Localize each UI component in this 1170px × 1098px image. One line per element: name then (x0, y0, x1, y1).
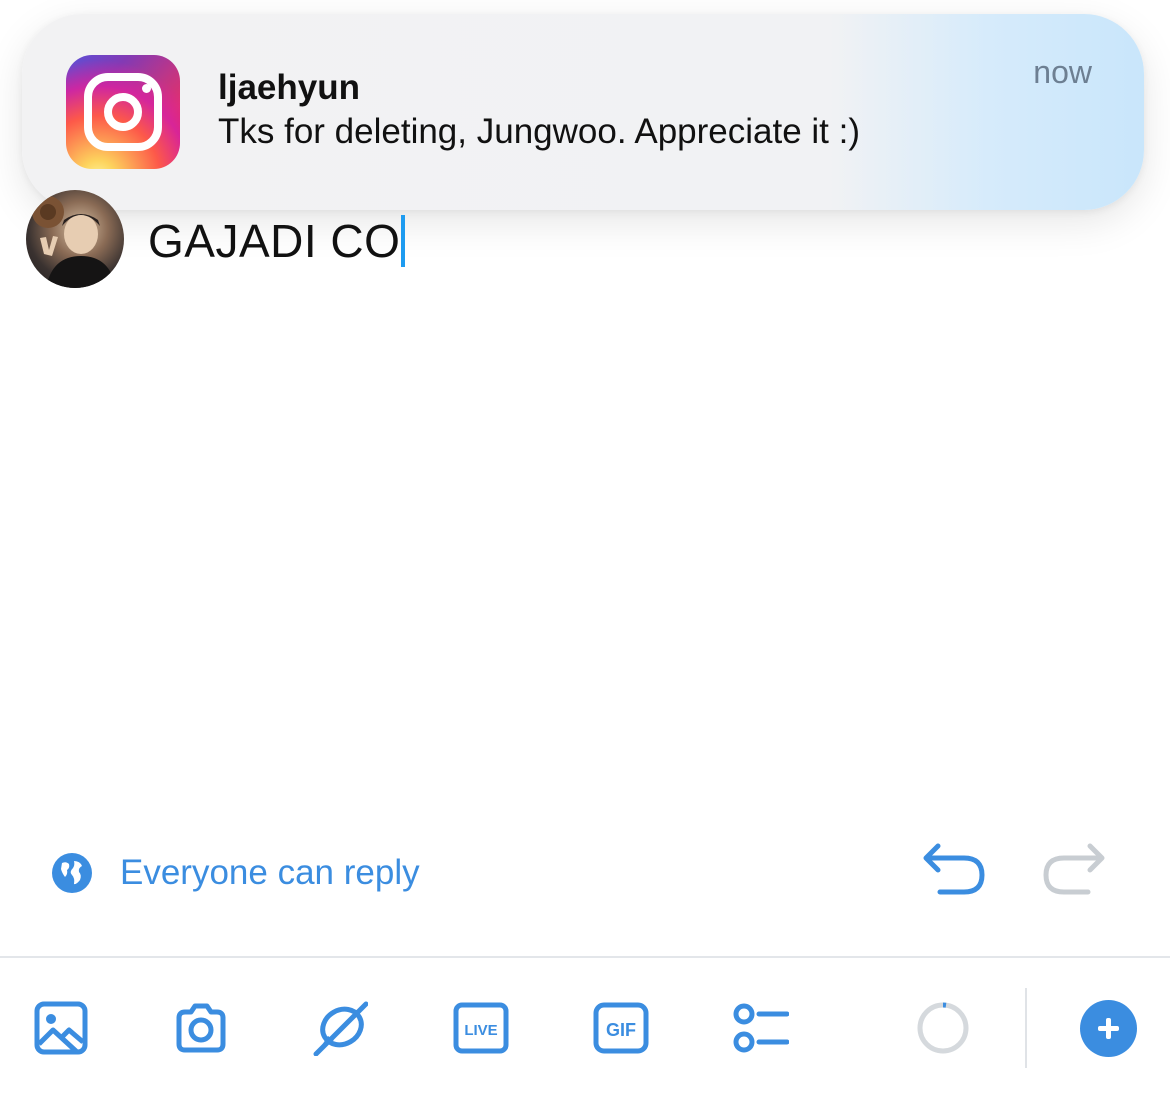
notification-time: now (1033, 54, 1092, 90)
gif-icon[interactable]: GIF (593, 1000, 649, 1056)
tweet-compose-screen: ljaehyun Tks for deleting, Jungwoo. Appr… (0, 0, 1170, 1098)
text-caret (401, 215, 406, 267)
user-avatar[interactable] (26, 190, 124, 288)
globe-icon (52, 853, 92, 893)
notification-message: Tks for deleting, Jungwoo. Appreciate it… (218, 112, 860, 151)
instagram-notification-banner[interactable]: ljaehyun Tks for deleting, Jungwoo. Appr… (22, 14, 1144, 210)
reply-settings-button[interactable]: Everyone can reply (50, 850, 420, 896)
notification-sender: ljaehyun (218, 68, 360, 107)
toolbar-divider (0, 956, 1170, 958)
character-count-ring (917, 1002, 969, 1054)
redo-icon[interactable] (1040, 840, 1110, 900)
poll-icon[interactable] (733, 1000, 789, 1056)
tweet-text: GAJADI CO (148, 215, 401, 267)
gif-label: GIF (606, 1020, 636, 1040)
camera-icon[interactable] (173, 1000, 229, 1056)
undo-icon[interactable] (918, 840, 988, 900)
location-icon[interactable] (312, 1000, 368, 1056)
instagram-icon (66, 55, 180, 169)
tweet-text-input[interactable]: GAJADI CO (148, 214, 406, 268)
reply-settings-label: Everyone can reply (120, 853, 420, 892)
live-icon[interactable]: LIVE (453, 1000, 509, 1056)
live-label: LIVE (464, 1022, 497, 1039)
add-thread-button[interactable] (1080, 1000, 1137, 1057)
image-icon[interactable] (33, 1000, 89, 1056)
toolbar-separator (1025, 988, 1027, 1068)
